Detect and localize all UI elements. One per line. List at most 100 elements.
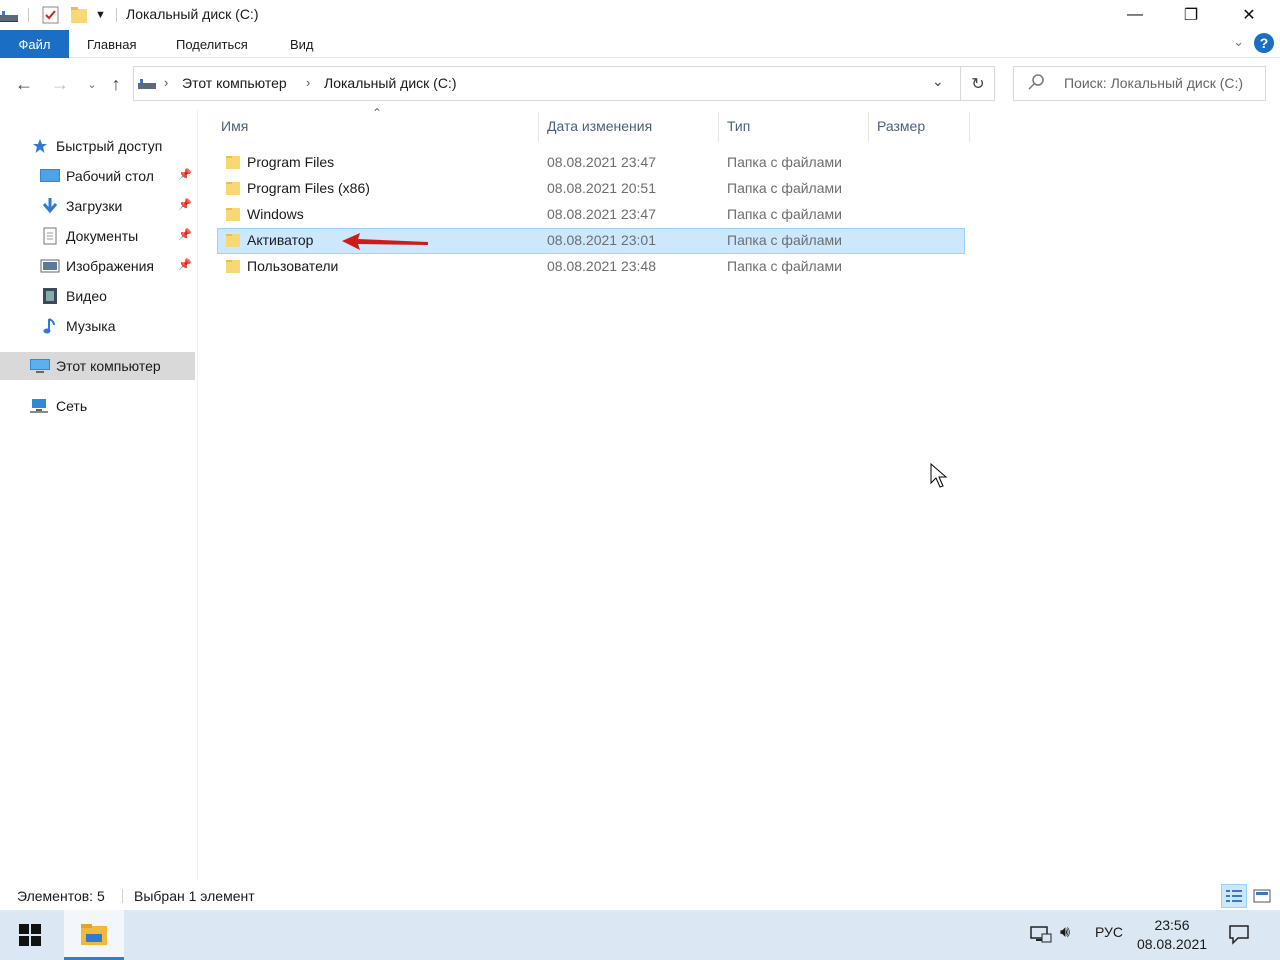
taskbar-file-explorer[interactable] [64,910,124,960]
folder-icon [226,156,240,169]
video-icon [40,287,60,305]
nav-item-video[interactable]: Видео [40,282,107,310]
pin-icon[interactable]: 📌 [178,198,192,211]
nav-item-pictures[interactable]: Изображения [40,252,154,280]
column-header-name[interactable]: Имя [221,118,248,138]
column-header-type[interactable]: Тип [727,118,750,138]
customize-toolbar-icon[interactable]: ▼ [95,6,106,24]
notifications-icon[interactable] [1228,923,1250,948]
column-divider[interactable] [538,112,539,142]
file-date: 08.08.2021 23:01 [547,232,656,248]
breadcrumb-drive-c[interactable]: Локальный диск (C:) [324,75,457,91]
folder-icon [226,208,240,221]
address-dropdown-icon[interactable]: ⌄ [932,73,944,90]
nav-label: Документы [66,228,139,244]
pin-icon[interactable]: 📌 [178,168,192,181]
refresh-icon[interactable]: ↻ [960,67,995,100]
folder-icon [226,260,240,273]
nav-item-documents[interactable]: Документы [40,222,138,250]
volume-icon[interactable]: 🔊︎ [1060,924,1070,942]
nav-network[interactable]: Сеть [30,392,87,420]
back-icon[interactable]: ← [12,72,36,96]
breadcrumb-chevron-icon[interactable]: › [164,75,168,90]
nav-label: Загрузки [66,198,123,214]
breadcrumb-chevron-icon[interactable]: › [306,75,310,90]
clock-date: 08.08.2021 [1136,936,1208,952]
properties-icon[interactable] [42,6,60,24]
tab-home[interactable]: Главная [87,30,136,58]
tab-view[interactable]: Вид [290,30,314,58]
column-divider[interactable] [868,112,869,142]
nav-quick-access[interactable]: Быстрый доступ [30,132,162,160]
nav-label: Рабочий стол [66,168,154,184]
recent-locations-icon[interactable]: ⌄ [80,72,104,96]
file-name: Program Files [247,154,335,170]
table-row[interactable]: Пользователи 08.08.2021 23:48 Папка с фа… [217,254,965,280]
downloads-icon [40,197,60,215]
pictures-icon [40,257,60,275]
nav-label: Видео [66,288,107,304]
network-tray-icon[interactable] [1030,924,1052,947]
file-name: Активатор [247,232,314,248]
navigation-bar: ← → ⌄ ↑ › Этот компьютер › Локальный дис… [0,58,1280,110]
nav-this-pc[interactable]: Этот компьютер [30,352,161,380]
table-row[interactable]: Windows 08.08.2021 23:47 Папка с файлами [217,202,965,228]
restore-button[interactable]: ❐ [1162,0,1220,30]
search-icon [1028,74,1044,95]
nav-item-desktop[interactable]: Рабочий стол [40,162,154,190]
red-annotation-arrow-icon [342,233,428,250]
nav-item-music[interactable]: Музыка [40,312,116,340]
tab-share[interactable]: Поделиться [176,30,248,58]
forward-icon[interactable]: → [48,72,72,96]
table-row[interactable]: Program Files (x86) 08.08.2021 20:51 Пап… [217,176,965,202]
sort-ascending-icon: ⌃ [372,106,383,120]
minimize-button[interactable]: — [1106,0,1164,30]
divider [116,8,117,22]
file-name: Program Files (x86) [247,180,370,196]
column-divider[interactable] [969,112,970,142]
breadcrumb-this-pc[interactable]: Этот компьютер [182,75,287,91]
new-folder-icon[interactable] [70,6,88,24]
start-button[interactable] [0,910,60,960]
documents-icon [40,227,60,245]
help-icon[interactable]: ? [1254,33,1274,53]
item-count: Элементов: 5 [17,888,105,904]
this-pc-icon [30,357,50,375]
search-box[interactable]: Поиск: Локальный диск (C:) [1013,66,1266,101]
address-bar[interactable]: › Этот компьютер › Локальный диск (C:) ⌄… [133,66,995,101]
navigation-pane: Быстрый доступ Рабочий стол 📌 Загрузки 📌… [0,110,198,880]
desktop-icon [40,167,60,185]
details-view-icon[interactable] [1221,884,1247,908]
expand-ribbon-icon[interactable]: ⌄ [1233,34,1244,50]
column-header-date[interactable]: Дата изменения [547,118,652,138]
search-input[interactable]: Поиск: Локальный диск (C:) [1064,75,1243,91]
column-header-size[interactable]: Размер [877,118,925,138]
windows-logo-icon [19,924,41,946]
pin-icon[interactable]: 📌 [178,228,192,241]
nav-label: Музыка [66,318,116,334]
file-type: Папка с файлами [727,258,842,274]
large-icons-view-icon[interactable] [1249,884,1275,908]
column-divider[interactable] [718,112,719,142]
clock[interactable]: 23:56 08.08.2021 [1130,916,1214,954]
up-icon[interactable]: ↑ [104,72,128,96]
file-list: ⌃ Имя Дата изменения Тип Размер Program … [214,106,974,880]
file-name: Пользователи [247,258,339,274]
tab-file[interactable]: Файл [0,30,69,58]
table-row[interactable]: Program Files 08.08.2021 23:47 Папка с ф… [217,150,965,176]
nav-item-downloads[interactable]: Загрузки [40,192,122,220]
nav-label: Этот компьютер [56,358,161,374]
pin-icon[interactable]: 📌 [178,258,192,271]
nav-label: Быстрый доступ [56,138,163,154]
divider [122,889,123,903]
file-date: 08.08.2021 23:48 [547,258,656,274]
drive-icon [0,6,20,24]
clock-time: 23:56 [1154,917,1190,933]
taskbar: 🔊︎ РУС 23:56 08.08.2021 [0,910,1280,960]
table-row-selected[interactable]: Активатор 08.08.2021 23:01 Папка с файла… [217,228,965,254]
nav-label: Изображения [66,258,154,274]
close-button[interactable]: ✕ [1220,0,1278,30]
language-indicator[interactable]: РУС [1095,924,1123,940]
file-date: 08.08.2021 20:51 [547,180,656,196]
file-type: Папка с файлами [727,206,842,222]
